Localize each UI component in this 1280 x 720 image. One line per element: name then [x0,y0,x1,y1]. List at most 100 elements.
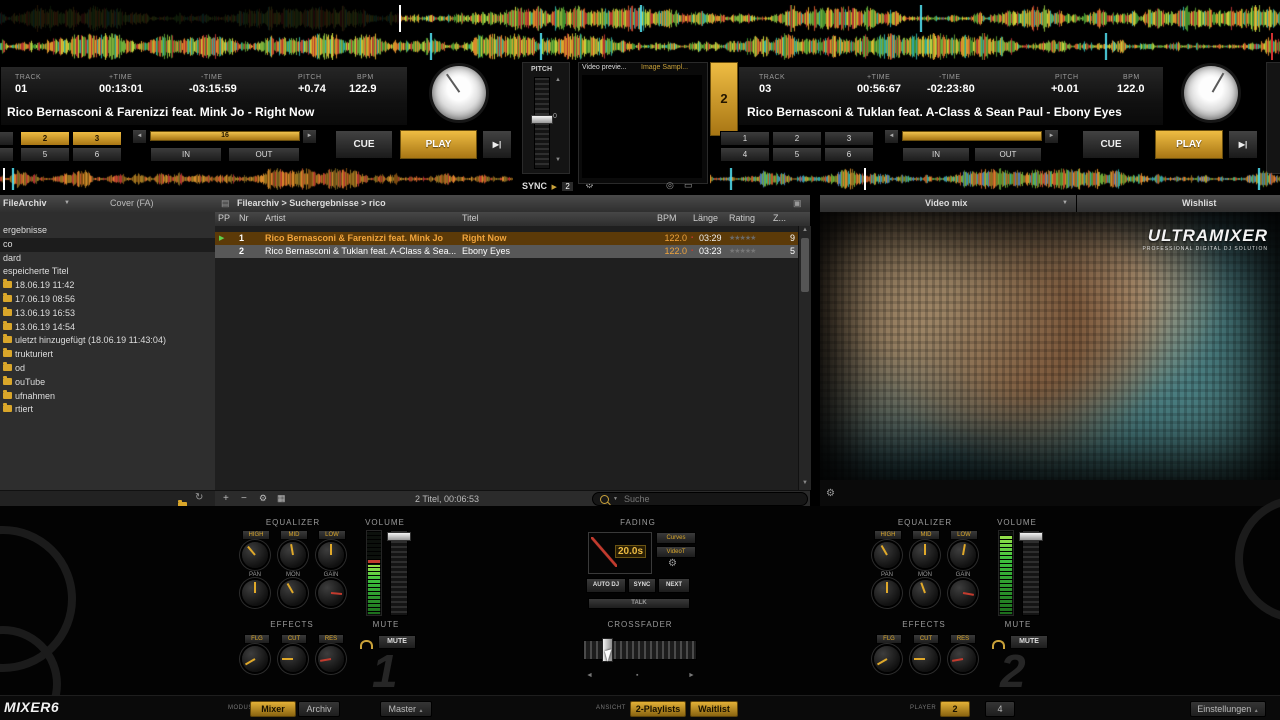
col-pp[interactable]: PP [218,212,234,225]
table-row[interactable]: ▶ 1 Rico Bernasconi & Farenizzi feat. Mi… [215,232,798,245]
deck1-high-knob[interactable] [242,542,268,568]
waitlist-view-button[interactable]: Waitlist [690,701,738,717]
deck1-res-button[interactable]: RES [318,634,344,644]
video-mix-dropdown[interactable]: Video mix [925,198,967,208]
filearchiv-dropdown[interactable]: FileArchiv [3,198,47,208]
deck1-sync-button[interactable]: SYNC [522,181,547,191]
deck1-loop-in-button[interactable]: IN [150,147,222,162]
deck2-flanger-button[interactable]: FLG [876,634,902,644]
auto-dj-button[interactable]: AUTO DJ [586,578,626,593]
player-2-button[interactable]: 2 [940,701,970,717]
sidebar-item[interactable]: ouTube [0,376,215,390]
settings-button[interactable]: Einstellungen ▲ [1190,701,1266,717]
deck1-cut-button[interactable]: CUT [281,634,307,644]
deck2-loop-in-button[interactable]: IN [902,147,970,162]
deck1-jog-wheel[interactable] [432,66,486,120]
table-settings-icon[interactable]: ⚙ [259,493,267,504]
col-titel[interactable]: Titel [462,212,642,225]
sidebar-item[interactable]: 13.06.19 16:53 [0,307,215,321]
modus-mixer-button[interactable]: Mixer [250,701,296,717]
video-mix-screen[interactable]: ULTRAMIXER PROFESSIONAL DIGITAL DJ SOLUT… [820,212,1280,480]
deck2-track-overview[interactable] [710,168,1280,190]
deck1-pitch-handle[interactable] [531,115,553,124]
video-transition-button[interactable]: VideoT [656,546,696,558]
deck1-gain-knob[interactable] [318,580,344,606]
search-box[interactable]: ▼ [592,492,808,506]
deck2-pitch-slider[interactable] [1266,62,1280,174]
deck2-cue-button[interactable]: CUE [1082,130,1140,159]
video-preview-screen[interactable] [582,75,702,178]
deck1-loop-right-button[interactable]: ► [302,129,317,144]
deck2-loop-left-button[interactable]: ◄ [884,129,899,144]
sidebar-item[interactable]: ufnahmen [0,390,215,404]
deck2-mon-knob[interactable] [912,580,938,606]
player-4-button[interactable]: 4 [985,701,1015,717]
view-grid-icon[interactable]: ▦ [277,493,286,504]
deck2-volume-handle[interactable] [1019,532,1043,541]
deck2-play-button[interactable]: PLAY [1155,130,1223,159]
deck2-volume-fader[interactable] [1022,530,1040,616]
col-z[interactable]: Z... [773,212,793,225]
deck1-low-kill-button[interactable]: LOW [318,530,346,540]
crossfade-left-icon[interactable]: ◄ [586,672,593,679]
sidebar-item-selected[interactable]: co [0,238,215,252]
wishlist-tab[interactable]: Wishlist [1182,198,1216,208]
deck1-cut-knob[interactable] [280,646,306,672]
deck2-gain-knob[interactable] [950,580,976,606]
video-settings-gear-icon[interactable]: ⚙ [826,488,835,499]
crossfade-right-icon[interactable]: ► [688,672,695,679]
cover-tab[interactable]: Cover (FA) [110,198,154,208]
sidebar-item[interactable]: ergebnisse [0,224,215,238]
deck1-next-track-button[interactable]: ▶| [482,130,512,159]
col-nr[interactable]: Nr [239,212,259,225]
sidebar-item[interactable]: uletzt hinzugefügt (18.06.19 11:43:04) [0,334,215,348]
deck2-next-track-button[interactable]: ▶| [1228,130,1258,159]
deck1-hotcue-1[interactable]: 1 [0,131,14,146]
deck2-pan-knob[interactable] [874,580,900,606]
sidebar-item[interactable]: od [0,362,215,376]
deck1-hotcue-4[interactable]: 4 [0,147,14,162]
pitch-down-icon[interactable]: ▼ [555,157,561,163]
col-bpm[interactable]: BPM [657,212,687,225]
chevron-down-icon[interactable]: ▼ [1062,200,1068,206]
deck1-hotcue-5[interactable]: 5 [20,147,70,162]
deck1-volume-fader[interactable] [390,530,408,616]
sidebar-item[interactable]: rtiert [0,403,215,417]
deck2-flg-knob[interactable] [874,646,900,672]
fade-settings-gear-icon[interactable]: ⚙ [668,558,677,569]
camera-icon[interactable]: ◎ [666,180,674,191]
deck2-jog-wheel[interactable] [1184,66,1238,120]
col-rating[interactable]: Rating [729,212,765,225]
deck2-loop-out-button[interactable]: OUT [974,147,1042,162]
deck1-flg-knob[interactable] [242,646,268,672]
deck1-mid-knob[interactable] [280,542,306,568]
deck2-hotcue-3[interactable]: 3 [824,131,874,146]
deck1-cue-button[interactable]: CUE [335,130,393,159]
remove-track-button[interactable]: − [241,493,247,504]
deck2-mid-kill-button[interactable]: MID [912,530,940,540]
deck2-hotcue-5[interactable]: 5 [772,147,822,162]
next-button[interactable]: NEXT [658,578,690,593]
deck1-pan-knob[interactable] [242,580,268,606]
sidebar-item[interactable]: espeicherte Titel [0,265,215,279]
col-artist[interactable]: Artist [265,212,455,225]
deck2-loop-bar[interactable] [902,131,1042,141]
deck2-high-knob[interactable] [874,542,900,568]
deck1-hotcue-3[interactable]: 3 [72,131,122,146]
deck2-mid-knob[interactable] [912,542,938,568]
deck2-cut-knob[interactable] [912,646,938,672]
sidebar-item[interactable]: 17.06.19 08:56 [0,293,215,307]
table-scrollbar[interactable]: ▲ ▼ [798,226,811,490]
sidebar-item[interactable]: 18.06.19 11:42 [0,279,215,293]
deck2-hotcue-6[interactable]: 6 [824,147,874,162]
talk-button[interactable]: TALK [588,598,690,609]
table-row[interactable]: 2 Rico Bernasconi & Tuklan feat. A-Class… [215,245,798,258]
deck1-res-knob[interactable] [318,646,344,672]
deck2-low-knob[interactable] [950,542,976,568]
deck2-loop-right-button[interactable]: ► [1044,129,1059,144]
deck1-flanger-button[interactable]: FLG [244,634,270,644]
deck2-res-knob[interactable] [950,646,976,672]
panel-toggle-icon[interactable]: ▣ [793,198,802,209]
deck1-loop-bar[interactable]: 16 [150,131,300,141]
search-options-icon[interactable]: ▼ [613,496,618,502]
